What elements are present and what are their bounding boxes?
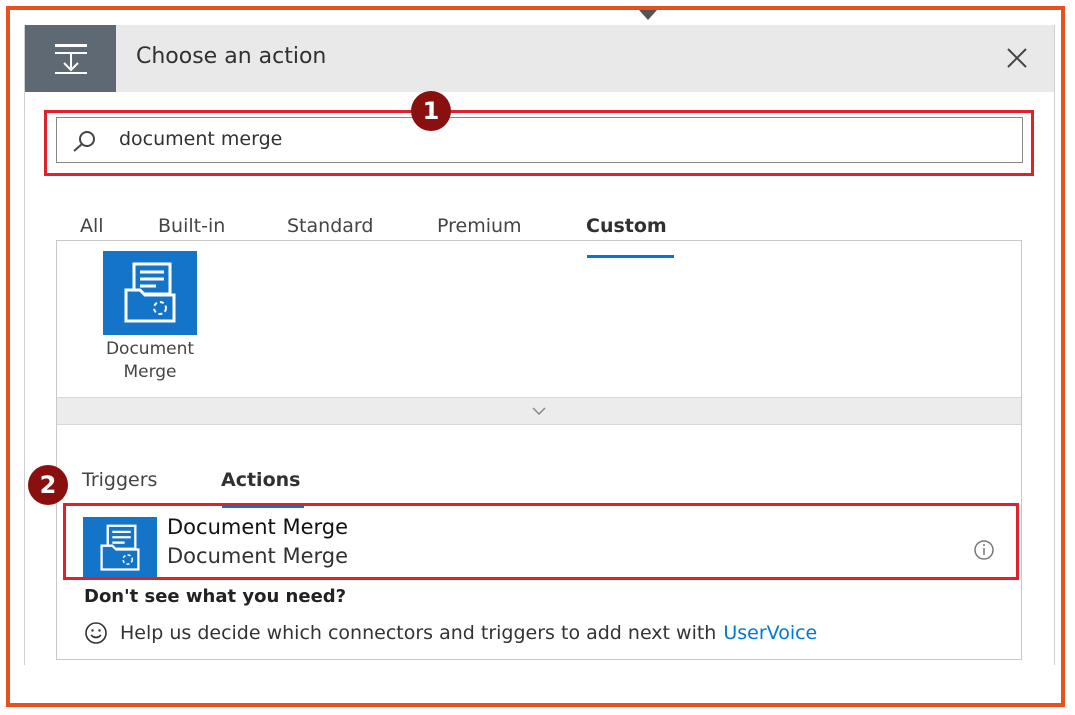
help-text: Help us decide which connectors and trig… [120,622,717,644]
connector-label-line1: Document [105,339,195,359]
connector-label-line2: Merge [123,362,177,382]
smiley-icon [85,622,107,644]
help-line: Help us decide which connectors and trig… [84,621,817,645]
chevron-down-icon [532,407,546,416]
connector-document-merge[interactable]: Document Merge [97,251,203,384]
tab-triggers[interactable]: Triggers [82,469,157,491]
close-icon[interactable] [1002,43,1032,73]
help-heading: Don't see what you need? [84,586,347,607]
dialog-title: Choose an action [136,44,327,69]
tab-custom[interactable]: Custom [586,215,667,237]
collapse-bar[interactable] [57,397,1021,425]
uservoice-link[interactable]: UserVoice [723,622,817,644]
tab-built-in[interactable]: Built-in [158,215,225,237]
document-merge-icon [103,251,197,335]
tab-premium[interactable]: Premium [437,215,522,237]
annotation-badge-1: 1 [411,91,451,131]
action-step-icon [25,25,116,92]
tab-standard[interactable]: Standard [287,215,373,237]
action-highlight-box [63,503,1019,580]
results-panel: Document Merge Triggers Actions Document… [56,240,1022,660]
search-highlight-box [44,110,1034,176]
connector-arrow-icon [639,10,657,20]
dialog-header: Choose an action [25,25,1054,92]
annotation-badge-2: 2 [28,465,68,505]
tab-all[interactable]: All [80,215,104,237]
tab-actions[interactable]: Actions [221,469,300,491]
